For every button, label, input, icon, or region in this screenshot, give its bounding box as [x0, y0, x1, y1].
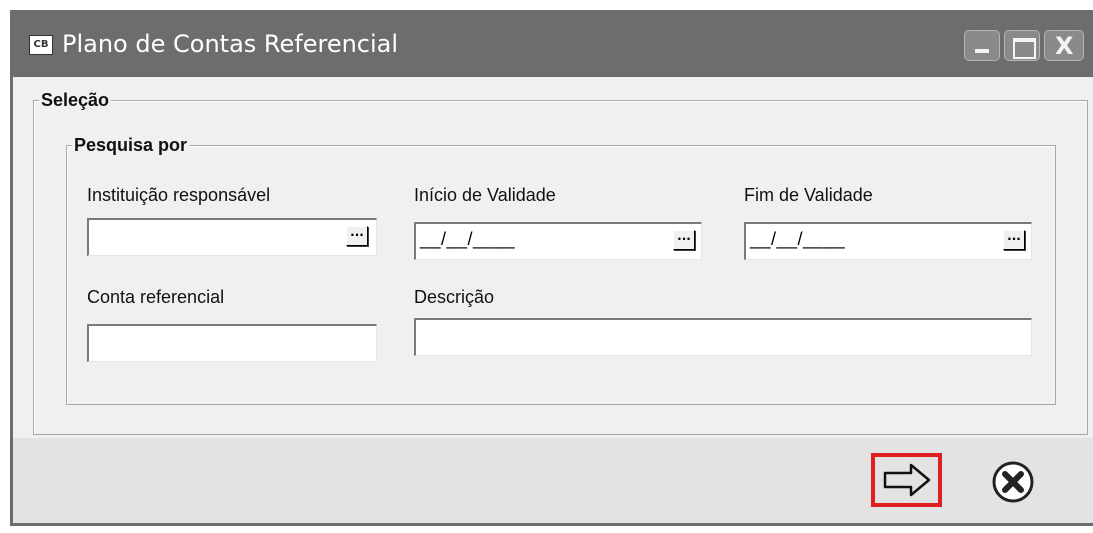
app-icon: CB: [29, 35, 53, 55]
dialog-window: CB Plano de Contas Referencial X Seleção…: [10, 10, 1093, 526]
inicio-date-field[interactable]: __/__/____ ...: [414, 222, 702, 260]
pesquisa-legend: Pesquisa por: [72, 134, 190, 156]
inicio-lookup-button[interactable]: ...: [673, 230, 695, 250]
instituicao-lookup-button[interactable]: ...: [346, 226, 368, 246]
arrow-right-icon: [883, 463, 931, 497]
inicio-value: __/__/____: [420, 229, 516, 249]
fim-label: Fim de Validade: [744, 185, 873, 205]
instituicao-field[interactable]: ...: [87, 218, 377, 256]
confirm-button[interactable]: [871, 453, 942, 507]
maximize-button[interactable]: [1004, 30, 1040, 61]
fim-value: __/__/____: [750, 229, 846, 249]
fim-date-field[interactable]: __/__/____ ...: [744, 222, 1032, 260]
instituicao-label: Instituição responsável: [87, 185, 271, 205]
conta-label: Conta referencial: [87, 287, 225, 307]
cancel-button[interactable]: [991, 460, 1035, 504]
minimize-button[interactable]: [964, 30, 1000, 61]
conta-field[interactable]: [87, 324, 377, 362]
window-title: Plano de Contas Referencial: [62, 30, 399, 58]
selecao-legend: Seleção: [39, 89, 112, 111]
inicio-label: Início de Validade: [414, 185, 556, 205]
close-icon: X: [1055, 32, 1074, 60]
descricao-field[interactable]: [414, 318, 1032, 356]
descricao-label: Descrição: [414, 287, 495, 307]
close-button[interactable]: X: [1044, 30, 1084, 61]
close-circle-icon: [992, 461, 1034, 503]
fim-lookup-button[interactable]: ...: [1003, 230, 1025, 250]
title-bar[interactable]: CB Plano de Contas Referencial X: [10, 10, 1093, 77]
